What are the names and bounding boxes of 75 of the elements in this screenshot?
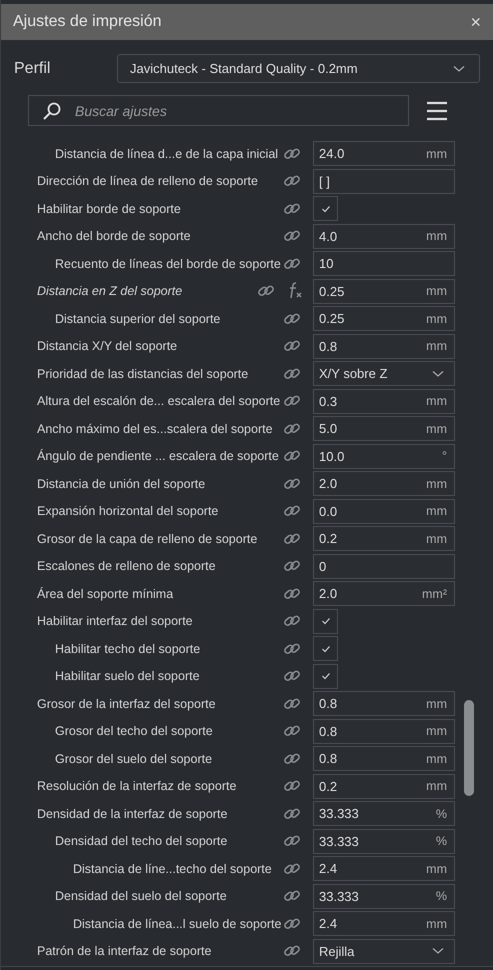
value-field[interactable]: 0.8 mm [313, 718, 455, 744]
setting-label: Distancia en Z del soporte [37, 284, 184, 298]
setting-label: Densidad del techo del soporte [55, 834, 228, 848]
value-field[interactable]: 0.8 mm [313, 334, 455, 359]
value-field[interactable]: 4.0 mm [313, 224, 455, 249]
value-field[interactable]: 0.25 mm [313, 306, 455, 332]
setting-label: Distancia de línea d...e de la capa inicial [55, 146, 280, 161]
value-field[interactable]: 2.0 mm² [313, 581, 455, 606]
setting-label: Dirección de línea de relleno de soporte [37, 174, 259, 188]
setting-label: Distancia X/Y del soporte [37, 339, 178, 354]
value-field[interactable]: 33.333 % [313, 801, 455, 826]
value-field[interactable]: 0.3 mm [313, 388, 455, 414]
value-field[interactable]: 2.0 mm [313, 471, 455, 496]
chevron-icon [432, 370, 444, 378]
checkbox[interactable] [313, 664, 338, 689]
check-icon [320, 617, 330, 626]
setting-label: Grosor del suelo del soporte [55, 752, 214, 766]
setting-label: Grosor de la capa de relleno de soporte [37, 532, 258, 546]
value-field[interactable]: 0.25 mm [313, 278, 455, 304]
setting-label: Distancia de líne...techo del soporte [73, 862, 273, 876]
value-field[interactable]: 0 [313, 554, 455, 579]
setting-label: Resolución de la interfaz de soporte [37, 779, 238, 794]
value-field[interactable]: 10.0 ° [313, 444, 455, 469]
setting-label: Expansión horizontal del soporte [37, 504, 220, 518]
value-field[interactable]: 0.2 mm [313, 774, 455, 799]
value-field[interactable]: 33.333 % [313, 884, 455, 909]
setting-label: Distancia de unión del soporte [37, 476, 206, 491]
setting-label: Escalones de relleno de soporte [37, 559, 217, 574]
setting-label: Habilitar techo del soporte [55, 642, 202, 656]
value-field[interactable]: 33.333 % [313, 828, 455, 854]
setting-label: Distancia superior del soporte [55, 312, 222, 326]
setting-label: Recuento de líneas del borde de soporte [55, 256, 281, 271]
close-button[interactable]: × [466, 12, 485, 32]
search-icon [42, 101, 62, 121]
setting-label: Habilitar suelo del soporte [55, 669, 201, 684]
setting-label: Grosor de la interfaz del soporte [37, 696, 217, 711]
value-dropdown[interactable]: Rejilla [313, 938, 455, 964]
setting-label: Prioridad de las distancias del soporte [37, 366, 250, 381]
profile-label: Perfil [14, 60, 52, 78]
window-title: Ajustes de impresión [13, 13, 162, 31]
setting-label: Distancia de línea...l suelo de soporte [73, 916, 281, 931]
checkbox[interactable] [313, 608, 338, 634]
menu-icon[interactable] [426, 100, 448, 120]
chevron-icon [453, 64, 465, 72]
setting-label: Ángulo de pendiente ... escalera de soporte [37, 449, 280, 464]
setting-label: Altura del escalón de... escalera del soporte [37, 394, 281, 408]
profile-dropdown[interactable]: Javichuteck - Standard Quality - 0.2mm [117, 54, 480, 83]
setting-label: Ancho del borde de soporte [37, 229, 192, 244]
setting-label: Ancho máximo del es...scalera del soporte [37, 422, 274, 436]
search-field[interactable]: Buscar ajustes [28, 95, 409, 126]
value-field[interactable]: 2.4 mm [313, 911, 455, 936]
chevron-icon [432, 947, 444, 956]
value-field[interactable]: 24.0 mm [313, 141, 455, 166]
check-icon [320, 204, 330, 213]
setting-label: Habilitar borde de soporte [37, 202, 182, 216]
value-dropdown[interactable]: X/Y sobre Z [313, 361, 455, 386]
value-field[interactable]: [ ] [313, 168, 455, 194]
checkbox[interactable] [313, 636, 338, 662]
scrollbar-thumb[interactable] [464, 700, 474, 796]
value-field[interactable]: 0.8 mm [313, 746, 455, 772]
setting-label: Área del soporte mínima [37, 586, 174, 601]
check-icon [320, 644, 330, 653]
value-field[interactable]: 0.0 mm [313, 498, 455, 524]
setting-label: Densidad del suelo del soporte [55, 889, 228, 904]
setting-label: Grosor del techo del soporte [55, 724, 214, 738]
setting-label: Patrón de la interfaz de soporte [37, 944, 212, 958]
check-icon [320, 672, 330, 680]
setting-label: Habilitar interfaz del soporte [37, 614, 194, 628]
value-field[interactable]: 0.8 mm [313, 691, 455, 716]
value-field[interactable]: 2.4 mm [313, 856, 455, 882]
value-field[interactable]: 10 [313, 251, 455, 276]
checkbox[interactable] [313, 196, 338, 222]
value-field[interactable]: 5.0 mm [313, 416, 455, 442]
setting-label: Densidad de la interfaz de soporte [37, 806, 228, 821]
value-field[interactable]: 0.2 mm [313, 526, 455, 552]
